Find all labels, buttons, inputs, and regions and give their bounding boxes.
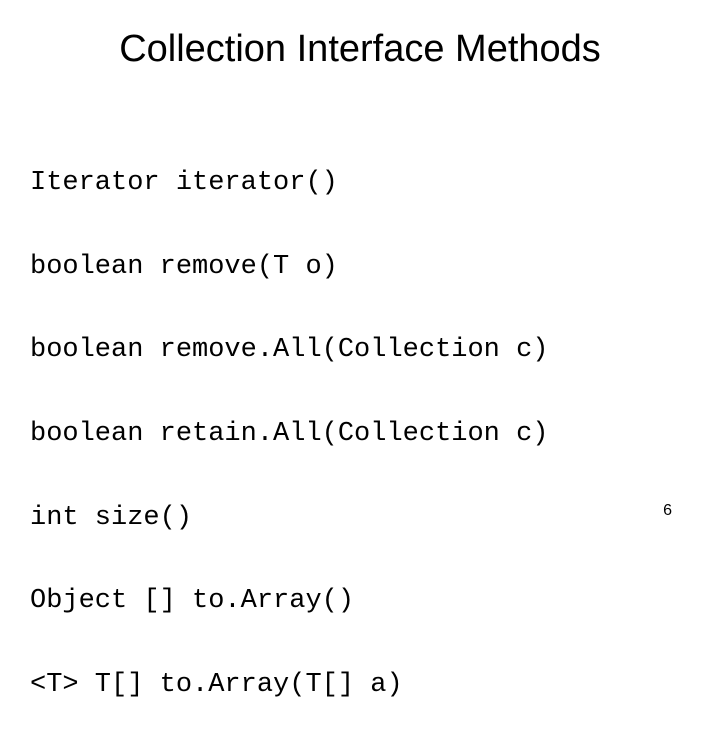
code-block: Iterator iterator() boolean remove(T o) … [0,121,720,749]
code-line: Iterator iterator() [30,163,720,205]
code-line: boolean retain.All(Collection c) [30,414,720,456]
code-line: boolean remove.All(Collection c) [30,330,720,372]
page-number: 6 [663,502,672,520]
code-line: <T> T[] to.Array(T[] a) [30,665,720,707]
code-line: int size() [30,498,720,540]
slide-title: Collection Interface Methods [0,0,720,121]
code-line: Object [] to.Array() [30,581,720,623]
code-line: boolean remove(T o) [30,247,720,289]
